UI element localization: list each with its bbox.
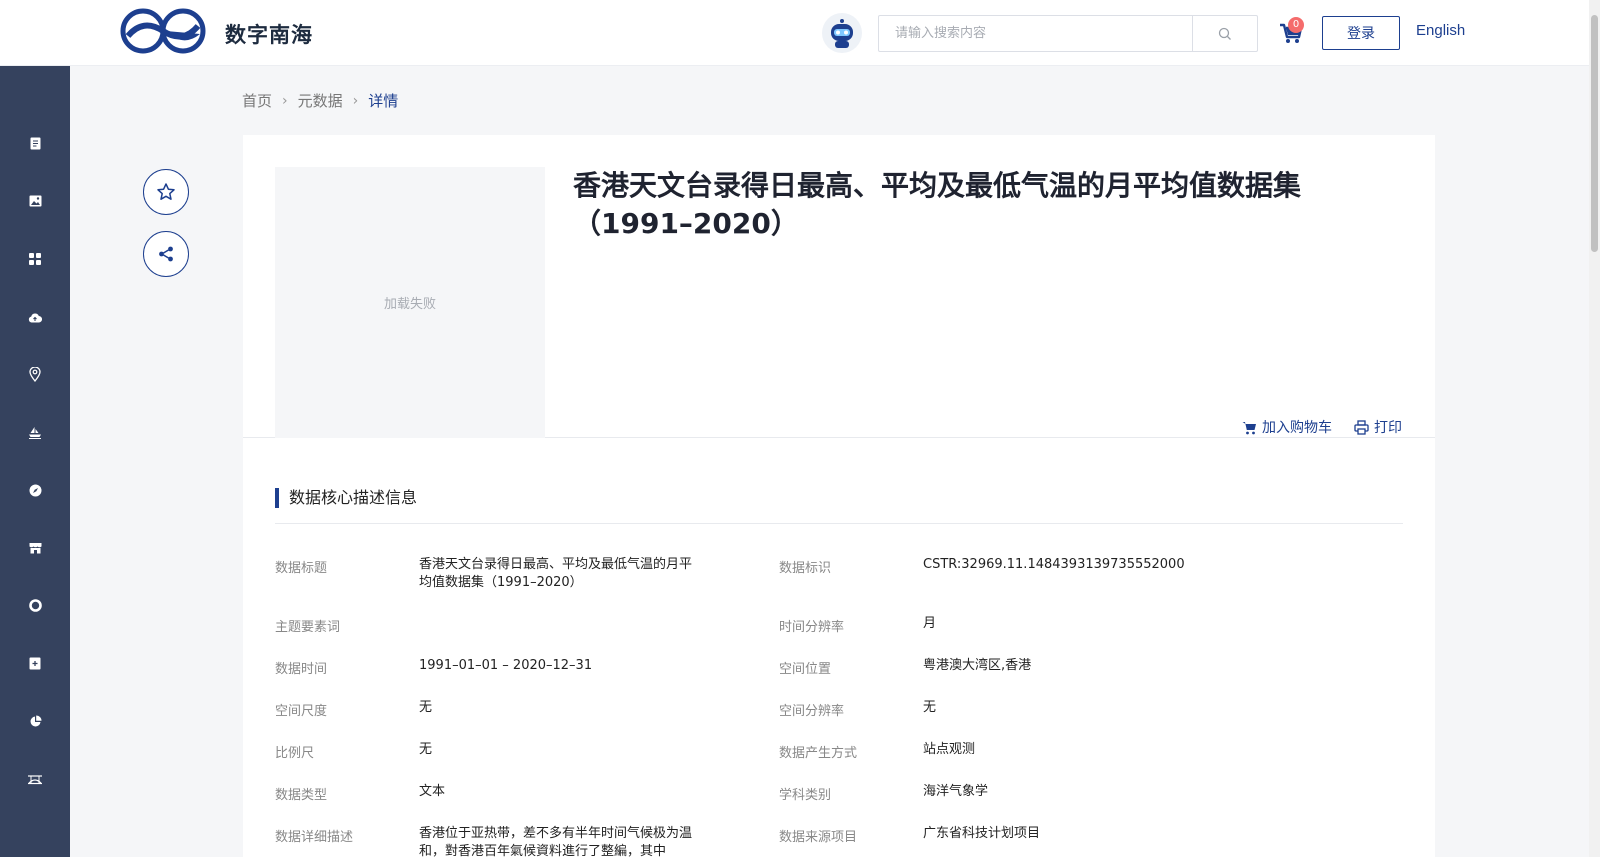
field-label: 主题要素词 (275, 620, 341, 635)
field-label: 时间分辨率 (779, 620, 845, 635)
location-pin-icon (29, 366, 41, 382)
field-label: 数据标识 (779, 561, 832, 576)
store-icon (29, 543, 41, 554)
sidebar-item-add-document[interactable] (0, 648, 70, 678)
thumbnail-load-failed-text: 加载失败 (383, 297, 436, 312)
printer-icon (1354, 419, 1369, 435)
field-value: 无 (923, 700, 937, 715)
site-name[interactable]: 数字南海 (225, 19, 313, 49)
sidebar-item-document[interactable] (0, 128, 70, 158)
sidebar-item-cloud-upload[interactable] (0, 302, 70, 332)
compass-icon (29, 484, 41, 496)
field-value: 1991–01–01 – 2020–12–31 (419, 658, 593, 673)
sidebar-item-lifebuoy[interactable] (0, 590, 70, 620)
field-label: 比例尺 (275, 746, 315, 761)
field-value: 无 (419, 742, 433, 757)
share-button[interactable] (143, 231, 189, 277)
field-label: 数据详细描述 (275, 830, 354, 845)
bridge-icon (28, 774, 42, 784)
lifebuoy-icon (28, 598, 42, 612)
dataset-actions: 加入购物车 打印 (1242, 417, 1402, 437)
sidebar-item-location[interactable] (0, 359, 70, 389)
section-title: 数据核心描述信息 (275, 488, 417, 508)
sidebar-item-compass[interactable] (0, 475, 70, 505)
sidebar-item-pie-chart[interactable] (0, 706, 70, 736)
search-button[interactable] (1192, 16, 1257, 51)
cart-count-badge: 0 (1288, 17, 1304, 33)
page-scrollbar-thumb[interactable] (1591, 15, 1598, 252)
field-label: 空间位置 (779, 662, 832, 677)
breadcrumb-metadata-link[interactable]: 元数据 (298, 90, 343, 111)
sidebar-item-bridge[interactable] (0, 764, 70, 794)
cart-icon (1242, 421, 1256, 434)
sidebar-item-grid[interactable] (0, 244, 70, 274)
add-to-cart-label: 加入购物车 (1262, 420, 1332, 436)
core-info-section: 数据核心描述信息 数据标题 香港天文台录得日最高、平均及最低气温的月平均值数据集… (243, 438, 1435, 857)
field-value: 粤港澳大湾区,香港 (923, 658, 1032, 673)
field-value: 月 (923, 616, 937, 631)
chevron-right-icon: › (352, 92, 359, 109)
search-icon (1218, 27, 1231, 40)
sidebar-item-image[interactable] (0, 186, 70, 216)
field-label: 空间尺度 (275, 704, 328, 719)
field-value: 站点观测 (923, 742, 976, 757)
breadcrumb: 首页 › 元数据 › 详情 (242, 90, 398, 111)
field-label: 数据产生方式 (779, 746, 858, 761)
image-icon (29, 195, 41, 207)
field-value: 海洋气象学 (923, 784, 989, 799)
cloud-upload-icon (28, 313, 42, 322)
robot-assistant-icon[interactable] (822, 13, 862, 53)
favorite-button[interactable] (143, 169, 189, 215)
share-icon (159, 246, 173, 262)
dataset-summary-card: 加载失败 香港天文台录得日最高、平均及最低气温的月平均值数据集（1991–202… (243, 135, 1435, 438)
field-value: 香港位于亚热带，差不多有半年时间气候极为温和，對香港百年氣候資料進行了整編，其中 (419, 826, 693, 857)
field-label: 数据类型 (275, 788, 328, 803)
ship-icon (29, 426, 41, 439)
print-label: 打印 (1374, 420, 1402, 436)
dataset-title: 香港天文台录得日最高、平均及最低气温的月平均值数据集（1991–2020） (573, 169, 1302, 240)
login-button[interactable]: 登录 (1322, 16, 1400, 50)
add-to-cart-button[interactable]: 加入购物车 (1242, 417, 1332, 437)
grid-icon (29, 253, 41, 265)
dataset-thumbnail: 加载失败 (275, 167, 545, 438)
field-value: 文本 (419, 784, 446, 799)
field-value: 香港天文台录得日最高、平均及最低气温的月平均值数据集（1991–2020） (419, 557, 693, 590)
field-label: 学科类别 (779, 788, 832, 803)
field-label: 空间分辨率 (779, 704, 845, 719)
breadcrumb-current: 详情 (368, 92, 399, 110)
sidebar-item-ship[interactable] (0, 417, 70, 447)
field-value: 广东省科技计划项目 (923, 826, 1041, 841)
sidebar-item-store[interactable] (0, 533, 70, 563)
pie-chart-icon (30, 714, 42, 726)
top-header: 数字南海 0 登录 English (0, 0, 1600, 66)
site-logo-icon[interactable] (120, 8, 206, 54)
breadcrumb-home-link[interactable]: 首页 (242, 90, 272, 111)
star-icon (157, 183, 175, 200)
chevron-right-icon: › (282, 92, 288, 109)
search-input[interactable] (879, 16, 1192, 51)
add-document-icon (29, 657, 41, 669)
field-label: 数据时间 (275, 662, 328, 677)
search-box (878, 15, 1258, 52)
field-value: 无 (419, 700, 433, 715)
section-divider (275, 523, 1403, 524)
left-sidebar (0, 66, 70, 857)
field-value: CSTR:32969.11.1484393139735552000 (923, 557, 1185, 572)
field-label: 数据来源项目 (779, 830, 858, 845)
document-icon (30, 137, 40, 149)
field-label: 数据标题 (275, 561, 328, 576)
language-switch-link[interactable]: English (1416, 22, 1465, 39)
print-button[interactable]: 打印 (1354, 417, 1402, 437)
